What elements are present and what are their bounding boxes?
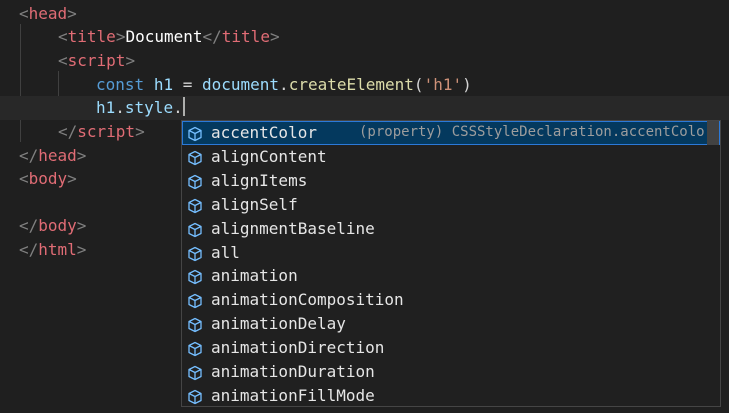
- cube-icon: [187, 292, 203, 309]
- code-token: Document: [125, 27, 203, 46]
- suggest-item[interactable]: alignSelf: [182, 193, 720, 217]
- cube-icon: [187, 173, 203, 189]
- suggest-item-label: animationDirection: [211, 338, 385, 358]
- cube-icon: [187, 149, 203, 166]
- code-token: body: [38, 216, 77, 235]
- suggest-item-label: animationDelay: [211, 314, 346, 334]
- cube-icon: [187, 221, 203, 237]
- code-token: .: [279, 75, 289, 94]
- suggest-item-label: alignSelf: [211, 194, 298, 214]
- text-cursor: [182, 97, 185, 116]
- cube-icon: [187, 340, 203, 357]
- suggest-item[interactable]: alignItems: [182, 169, 720, 193]
- suggest-item[interactable]: animationDelay: [182, 312, 720, 336]
- code-token: </: [19, 216, 39, 235]
- code-token: <: [19, 169, 29, 188]
- code-token: >: [76, 240, 87, 259]
- code-token: head: [38, 146, 77, 165]
- code-token: ): [462, 75, 472, 94]
- suggest-scrollbar-thumb[interactable]: [707, 121, 719, 145]
- code-token: >: [125, 51, 136, 70]
- suggest-item[interactable]: alignmentBaseline: [182, 217, 720, 241]
- suggest-item[interactable]: accentColor (property) CSSStyleDeclaratio…: [182, 121, 720, 145]
- code-token: html: [38, 240, 77, 259]
- suggest-item-label: animation: [211, 266, 298, 286]
- suggest-item[interactable]: alignContent: [182, 145, 720, 169]
- suggest-item-label: alignmentBaseline: [211, 218, 375, 238]
- code-token: </: [19, 240, 39, 259]
- suggest-item[interactable]: animationComposition: [182, 288, 720, 312]
- cube-icon: [187, 125, 203, 142]
- code-token: body: [28, 169, 68, 188]
- suggest-item[interactable]: animationFillMode: [182, 384, 720, 406]
- code-token: >: [67, 169, 77, 188]
- code-token: >: [67, 4, 77, 23]
- code-line-5-current: h1.style.: [0, 96, 729, 120]
- code-token: </: [202, 27, 222, 46]
- cube-icon: [187, 388, 203, 405]
- suggest-item[interactable]: animation: [182, 264, 720, 288]
- cube-icon: [187, 316, 203, 333]
- cube-icon: [187, 245, 203, 261]
- suggest-item-label: accentColor: [211, 123, 317, 142]
- suggest-item-label: animationDuration: [211, 362, 375, 381]
- code-token: .: [173, 98, 183, 117]
- suggest-item-detail: (property) CSSStyleDeclaration.accentCol…: [359, 124, 704, 140]
- cube-icon: [187, 268, 203, 285]
- code-token: >: [76, 146, 87, 165]
- code-token: head: [28, 4, 68, 23]
- code-token: document: [201, 75, 280, 94]
- code-token: </: [58, 122, 78, 141]
- code-token: <: [19, 4, 29, 23]
- code-token: <: [58, 27, 68, 46]
- code-token: </: [19, 146, 39, 165]
- suggest-item-label: all: [211, 242, 240, 262]
- code-token: createElement: [288, 75, 414, 94]
- cube-icon: [187, 197, 203, 213]
- code-token: style: [124, 98, 174, 117]
- indent-guide: [20, 24, 21, 142]
- suggest-item-label: animationComposition: [211, 290, 404, 310]
- code-token: >: [76, 216, 87, 235]
- code-token: >: [269, 27, 280, 46]
- code-token: .: [115, 98, 125, 117]
- code-token: (: [413, 75, 424, 94]
- code-token: script: [67, 51, 126, 70]
- code-token: const: [96, 75, 145, 94]
- code-token: h1: [96, 98, 116, 117]
- suggest-widget[interactable]: accentColor (property) CSSStyleDeclaratio…: [181, 120, 721, 407]
- suggest-item[interactable]: animationDirection: [182, 336, 720, 360]
- suggest-item[interactable]: animationDuration: [182, 360, 720, 384]
- code-token: =: [173, 75, 202, 94]
- code-token: h1: [153, 75, 174, 94]
- code-token: >: [135, 122, 145, 141]
- code-token: 'h1': [423, 75, 463, 94]
- code-editor[interactable]: <head> <title>Document</title> <script> …: [0, 0, 729, 413]
- code-token: <: [58, 51, 68, 70]
- suggest-item[interactable]: all: [182, 241, 720, 265]
- suggest-item-label: alignItems: [211, 170, 308, 190]
- code-token: script: [77, 122, 136, 141]
- suggest-item-label: alignContent: [211, 146, 327, 166]
- code-token: title: [67, 27, 116, 46]
- cube-icon: [187, 364, 203, 381]
- code-token: >: [115, 27, 126, 46]
- code-token: title: [221, 27, 270, 46]
- suggest-item-label: animationFillMode: [211, 385, 375, 405]
